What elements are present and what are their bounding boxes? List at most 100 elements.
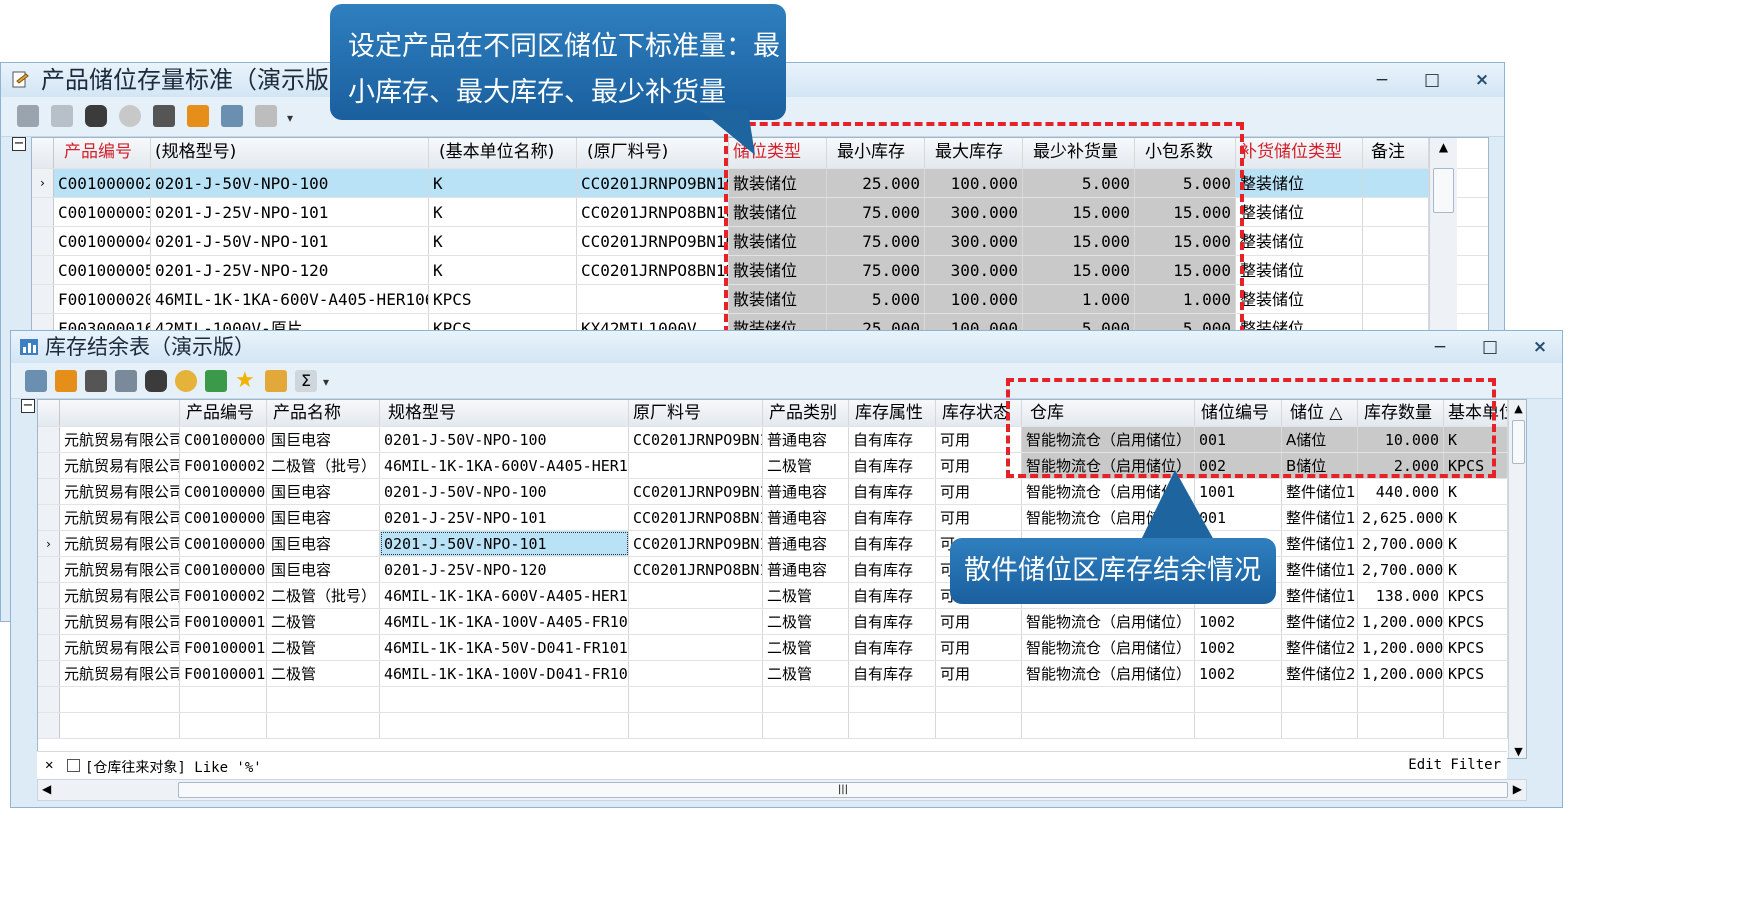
cell-part[interactable] (629, 453, 763, 478)
cell-location[interactable]: 整件储位1 (1282, 557, 1358, 582)
cell-code[interactable]: F001000020 (180, 583, 267, 608)
cell-part[interactable]: CC0201JRNPO8BN101 (629, 505, 763, 530)
cell-code[interactable]: C001000003 (54, 198, 151, 226)
cell-spec[interactable]: 0201-J-25V-NPO-101 (380, 505, 629, 530)
cell-spec[interactable]: 0201-J-50V-NPO-100 (151, 169, 429, 197)
table-row[interactable]: 元航贸易有限公司 F001000016 二极管 46MIL-1K-1KA-100V-A… (38, 609, 1526, 635)
cell-unit[interactable] (1444, 687, 1508, 712)
copy-icon[interactable] (25, 370, 47, 392)
cell-warehouse[interactable] (1022, 713, 1195, 738)
minimize-button[interactable]: − (1432, 331, 1448, 363)
table-row[interactable]: 元航贸易有限公司 C001000003 国巨电容 0201-J-25V-NPO-101… (38, 505, 1526, 531)
cell-unit[interactable]: K (1444, 479, 1508, 504)
cell-stock-attr[interactable]: 自有库存 (849, 479, 936, 504)
edit-filter-button[interactable]: Edit Filter (1408, 757, 1501, 773)
cell-stock-status[interactable]: 可用 (936, 635, 1022, 660)
cell-quantity[interactable]: 1,200.000 (1358, 609, 1444, 634)
cell-note[interactable] (1363, 227, 1429, 255)
cell-code[interactable]: F001000016 (180, 609, 267, 634)
cell-part[interactable]: CC0201JRNPO9BN100 (629, 427, 763, 452)
toolbar-dropdown-icon[interactable]: ▾ (323, 375, 329, 389)
cell-location-code[interactable]: 1002 (1195, 661, 1282, 686)
cell-location-code[interactable]: 1002 (1195, 635, 1282, 660)
cell-unit[interactable]: K (429, 256, 577, 284)
cell-stock-attr[interactable]: 自有库存 (849, 505, 936, 530)
col-unit[interactable]: (基本单位名称) (429, 138, 577, 168)
cell-reptype[interactable]: 整装储位 (1236, 256, 1363, 284)
print-icon[interactable] (85, 370, 107, 392)
col-product-code[interactable]: 产品编号 (54, 138, 151, 168)
cell-warehouse[interactable]: 智能物流仓（启用储位） (1022, 635, 1195, 660)
cell-category[interactable]: 二极管 (763, 661, 849, 686)
minimize-button[interactable]: − (1374, 63, 1390, 97)
cell-part[interactable]: CC0201JRNPO9BN100 (577, 169, 729, 197)
cell-reptype[interactable]: 整装储位 (1236, 169, 1363, 197)
cell-quantity[interactable] (1358, 713, 1444, 738)
close-button[interactable]: × (1532, 331, 1548, 363)
cell-code[interactable]: F001000020 (54, 285, 151, 313)
cell-category[interactable]: 普通电容 (763, 479, 849, 504)
table-row[interactable] (38, 713, 1526, 739)
cell-location[interactable]: 整件储位1 (1282, 531, 1358, 556)
cell-stock-attr[interactable] (849, 713, 936, 738)
cell-location[interactable] (1282, 687, 1358, 712)
cell-part[interactable] (629, 713, 763, 738)
cell-company[interactable]: 元航贸易有限公司 (60, 427, 180, 452)
cell-code[interactable]: C001000005 (180, 557, 267, 582)
cell-note[interactable] (1363, 256, 1429, 284)
cell-category[interactable]: 二极管 (763, 583, 849, 608)
cell-part[interactable] (629, 583, 763, 608)
refresh-icon[interactable] (119, 105, 141, 127)
col-product-name[interactable]: 产品名称 (267, 400, 380, 426)
scroll-left-icon[interactable]: ◀ (42, 782, 51, 796)
col-part-no[interactable]: 原厂料号 (629, 400, 763, 426)
cell-name[interactable]: 国巨电容 (267, 427, 380, 452)
copy-icon[interactable] (221, 105, 243, 127)
cell-quantity[interactable]: 1,200.000 (1358, 635, 1444, 660)
cell-spec[interactable]: 46MIL-1K-1KA-100V-D041-FR101ZH (380, 661, 629, 686)
cell-company[interactable] (60, 713, 180, 738)
cell-unit[interactable]: K (429, 198, 577, 226)
cell-location-code[interactable] (1195, 687, 1282, 712)
cell-company[interactable]: 元航贸易有限公司 (60, 531, 180, 556)
cell-stock-status[interactable]: 可用 (936, 479, 1022, 504)
cell-part[interactable]: CC0201JRNPO9BN100 (629, 479, 763, 504)
cell-unit[interactable] (1444, 713, 1508, 738)
cell-stock-attr[interactable]: 自有库存 (849, 531, 936, 556)
cell-location[interactable]: 整件储位1 (1282, 583, 1358, 608)
table-row[interactable]: 元航贸易有限公司 F001000018 二极管 46MIL-1K-1KA-100V-D… (38, 661, 1526, 687)
cell-spec[interactable]: 46MIL-1K-1KA-600V-A405-HER106SZH (380, 453, 629, 478)
col-company[interactable] (60, 400, 180, 426)
col-spec[interactable]: 规格型号 (380, 400, 629, 426)
cell-company[interactable]: 元航贸易有限公司 (60, 583, 180, 608)
cell-code[interactable]: C001000003 (180, 505, 267, 530)
cell-category[interactable]: 普通电容 (763, 505, 849, 530)
cell-category[interactable] (763, 687, 849, 712)
cell-part[interactable] (629, 687, 763, 712)
mail-icon[interactable] (265, 370, 287, 392)
cell-unit[interactable]: KPCS (1444, 661, 1508, 686)
filter-icon[interactable] (115, 370, 137, 392)
cell-location[interactable]: 整件储位2 (1282, 635, 1358, 660)
table-row[interactable]: 元航贸易有限公司 C001000005 国巨电容 0201-J-25V-NPO-120… (38, 557, 1526, 583)
col-spec[interactable]: (规格型号) (151, 138, 429, 168)
cell-quantity[interactable] (1358, 687, 1444, 712)
cell-name[interactable] (267, 713, 380, 738)
cell-quantity[interactable]: 138.000 (1358, 583, 1444, 608)
cell-quantity[interactable]: 2,625.000 (1358, 505, 1444, 530)
balance-window-titlebar[interactable]: 库存结余表（演示版） − □ × (11, 331, 1562, 363)
cell-part[interactable]: CC0201JRNPO8BN120 (629, 557, 763, 582)
print-icon[interactable] (153, 105, 175, 127)
cell-stock-attr[interactable]: 自有库存 (849, 661, 936, 686)
table-row[interactable]: 元航贸易有限公司 F001000017 二极管 46MIL-1K-1KA-50V-D0… (38, 635, 1526, 661)
cell-company[interactable]: 元航贸易有限公司 (60, 635, 180, 660)
cell-spec[interactable] (380, 687, 629, 712)
cell-spec[interactable] (380, 713, 629, 738)
cell-name[interactable]: 二极管 (267, 661, 380, 686)
scroll-thumb[interactable] (1433, 168, 1454, 213)
cell-note[interactable] (1363, 169, 1429, 197)
col-replenish-type[interactable]: 补货储位类型 (1236, 138, 1363, 168)
star-icon[interactable]: ★ (235, 370, 257, 392)
binoculars-icon[interactable] (145, 370, 167, 392)
cell-part[interactable] (577, 285, 729, 313)
